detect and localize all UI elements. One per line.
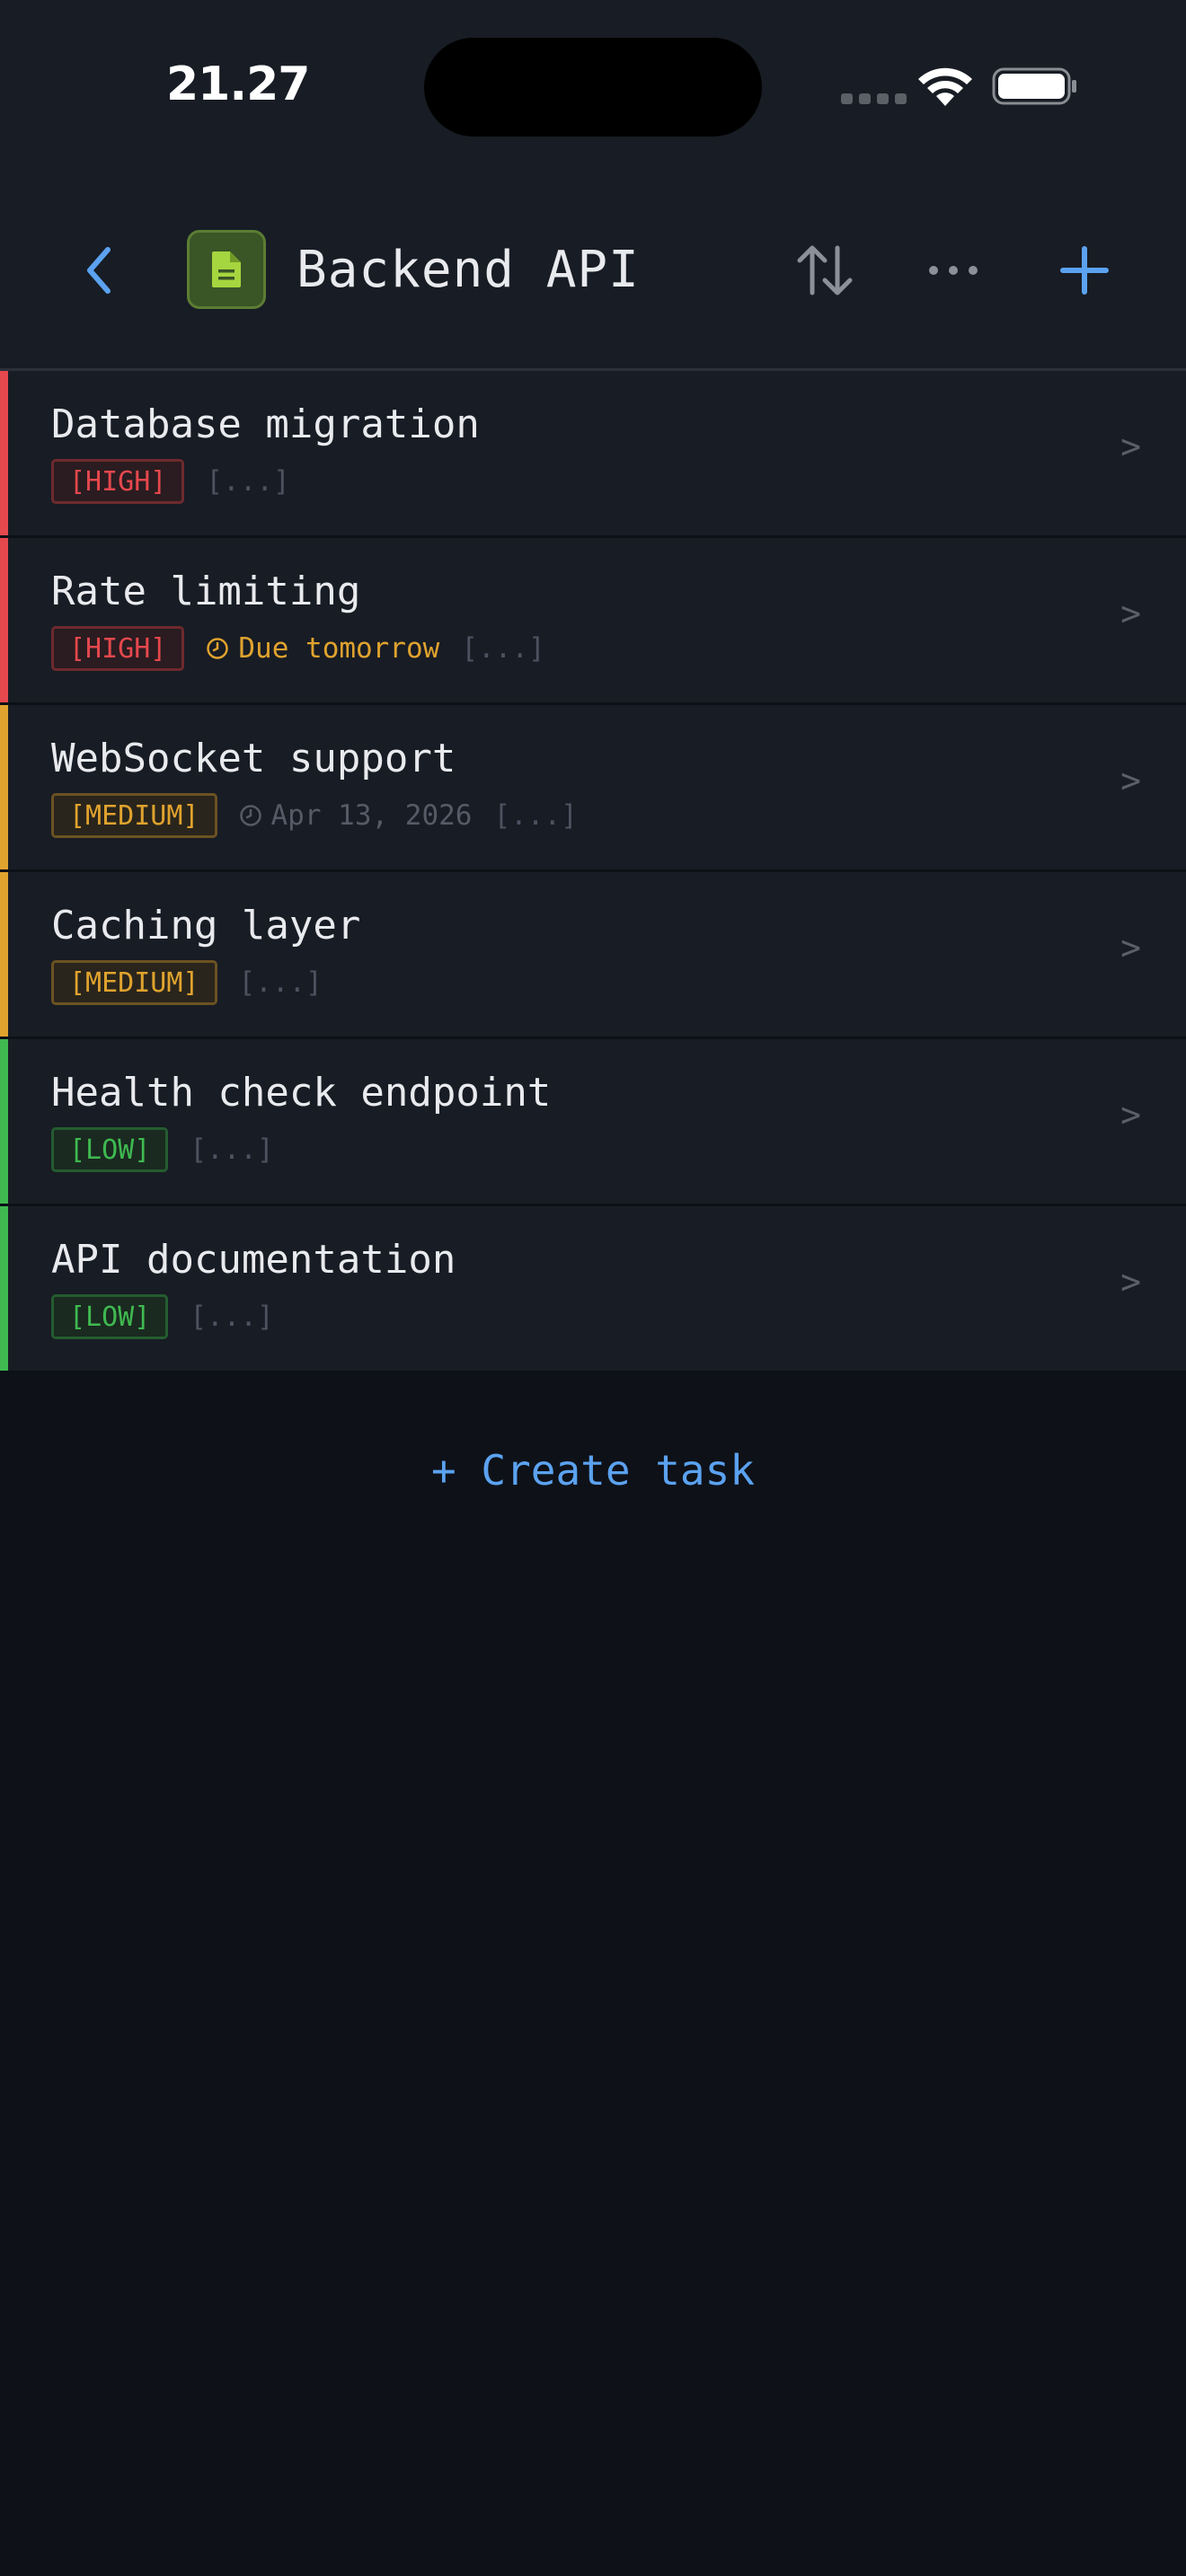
wifi-icon	[918, 67, 972, 106]
sort-button[interactable]	[791, 237, 859, 304]
priority-bar	[0, 538, 8, 702]
chevron-right-icon: >	[1120, 1262, 1141, 1301]
dynamic-island	[424, 38, 762, 137]
priority-badge: [LOW]	[51, 1127, 169, 1172]
task-title: Health check endpoint	[51, 1070, 552, 1116]
priority-bar	[0, 371, 8, 535]
task-row[interactable]: Health check endpoint [LOW] [...] >	[0, 1039, 1186, 1206]
add-task-button[interactable]	[1051, 237, 1118, 304]
chevron-right-icon: >	[1120, 1095, 1141, 1134]
clock-icon	[207, 638, 229, 659]
task-row[interactable]: Database migration [HIGH] [...] >	[0, 371, 1186, 538]
clock-icon	[239, 805, 261, 826]
task-title: Database migration	[51, 401, 480, 447]
task-row[interactable]: WebSocket support [MEDIUM] Apr 13, 2026 [..…	[0, 705, 1186, 872]
header: Backend API	[0, 207, 1186, 332]
project-icon	[187, 230, 266, 309]
more-tags: [...]	[190, 1134, 274, 1166]
task-row[interactable]: API documentation [LOW] [...] >	[0, 1206, 1186, 1373]
due-date-label: Apr 13, 2026	[270, 799, 473, 832]
chevron-right-icon: >	[1120, 427, 1141, 466]
more-tags: [...]	[493, 799, 578, 832]
top-bar: 21.27 Backend API	[0, 0, 1186, 370]
document-icon	[212, 251, 241, 287]
priority-badge: [HIGH]	[51, 626, 185, 671]
task-meta: [LOW] [...]	[51, 1127, 274, 1172]
create-task-button[interactable]: + Create task	[0, 1446, 1186, 1495]
priority-bar	[0, 705, 8, 869]
task-row[interactable]: Rate limiting [HIGH] Due tomorrow [...] >	[0, 538, 1186, 705]
task-meta: [MEDIUM] [...]	[51, 960, 323, 1005]
due-date: Due tomorrow	[206, 632, 439, 665]
more-tags: [...]	[206, 465, 290, 498]
chevron-right-icon: >	[1120, 761, 1141, 800]
screen: 21.27 Backend API Database migration [HI…	[0, 0, 1186, 2576]
page-title: Backend API	[296, 241, 640, 299]
priority-badge: [MEDIUM]	[51, 793, 217, 838]
task-meta: [LOW] [...]	[51, 1294, 274, 1339]
task-row[interactable]: Caching layer [MEDIUM] [...] >	[0, 872, 1186, 1039]
task-meta: [MEDIUM] Apr 13, 2026 [...]	[51, 793, 578, 838]
priority-bar	[0, 1039, 8, 1204]
chevron-right-icon: >	[1120, 594, 1141, 633]
back-button[interactable]	[72, 239, 126, 302]
task-title: WebSocket support	[51, 736, 456, 781]
more-button[interactable]	[922, 237, 985, 304]
status-time: 21.27	[166, 57, 310, 111]
due-date-label: Due tomorrow	[238, 632, 440, 665]
task-meta: [HIGH] Due tomorrow [...]	[51, 626, 545, 671]
battery-icon	[992, 67, 1076, 105]
chevron-right-icon: >	[1120, 928, 1141, 967]
cellular-signal-icon	[841, 93, 907, 104]
task-title: Caching layer	[51, 903, 361, 948]
more-tags: [...]	[238, 966, 323, 999]
more-tags: [...]	[461, 632, 545, 665]
priority-badge: [LOW]	[51, 1294, 169, 1339]
task-title: Rate limiting	[51, 569, 361, 614]
due-date: Apr 13, 2026	[239, 799, 473, 832]
task-list: Database migration [HIGH] [...] > Rate limit…	[0, 371, 1186, 1373]
task-title: API documentation	[51, 1237, 456, 1283]
task-meta: [HIGH] [...]	[51, 459, 290, 504]
priority-badge: [MEDIUM]	[51, 960, 217, 1005]
priority-bar	[0, 872, 8, 1037]
priority-badge: [HIGH]	[51, 459, 185, 504]
priority-bar	[0, 1206, 8, 1371]
more-tags: [...]	[190, 1301, 274, 1333]
